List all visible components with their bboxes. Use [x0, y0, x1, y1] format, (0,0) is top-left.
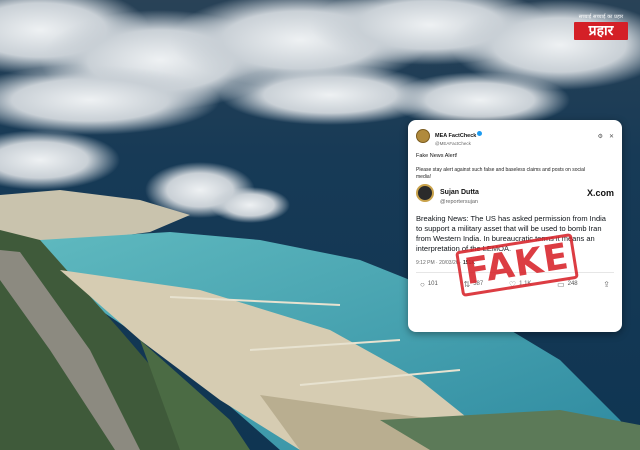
- logo-name: प्रहार: [574, 22, 628, 40]
- alert-title: Fake News Alert!: [416, 153, 458, 159]
- reply-icon: ○: [420, 279, 425, 289]
- author-handle: @MEAFactCheck: [435, 141, 471, 147]
- reply-count: 101: [427, 281, 438, 288]
- avatar: [416, 184, 434, 202]
- avatar: [416, 129, 430, 143]
- fact-check-post-card: MEA FactCheck @MEAFactCheck ⚙ ✕ Fake New…: [408, 120, 622, 332]
- embedded-post-header: Sujan Dutta @reportersujan X.com: [416, 181, 614, 205]
- header-icons: ⚙ ✕: [598, 133, 614, 140]
- author-name: MEA FactCheck: [435, 133, 477, 140]
- embedded-author-name: Sujan Dutta: [440, 189, 479, 197]
- post-header: MEA FactCheck @MEAFactCheck ⚙ ✕: [416, 125, 614, 147]
- share-action: ⇪: [603, 280, 610, 289]
- bookmark-count: 248: [567, 281, 578, 288]
- logo-tagline: सच्चाई सच्चाई का प्रहार: [578, 14, 624, 20]
- alert-body: Please stay alert against such false and…: [416, 167, 585, 180]
- gear-icon: ⚙: [597, 133, 603, 140]
- brand-logo: सच्चाई सच्चाई का प्रहार प्रहार: [574, 14, 628, 40]
- verified-icon: [477, 130, 483, 136]
- post-time: 9:12 PM · 20/03/26 ·: [416, 259, 462, 266]
- author-block: MEA FactCheck @MEAFactCheck: [435, 125, 483, 147]
- embedded-author-handle: @reportersujan: [440, 198, 478, 205]
- embedded-author-block: Sujan Dutta @reportersujan: [440, 181, 479, 205]
- platform-label: X.com: [586, 188, 614, 198]
- dismiss-icon: ✕: [608, 133, 614, 140]
- share-icon: ⇪: [603, 279, 610, 289]
- reply-action: ○ 101: [420, 280, 438, 289]
